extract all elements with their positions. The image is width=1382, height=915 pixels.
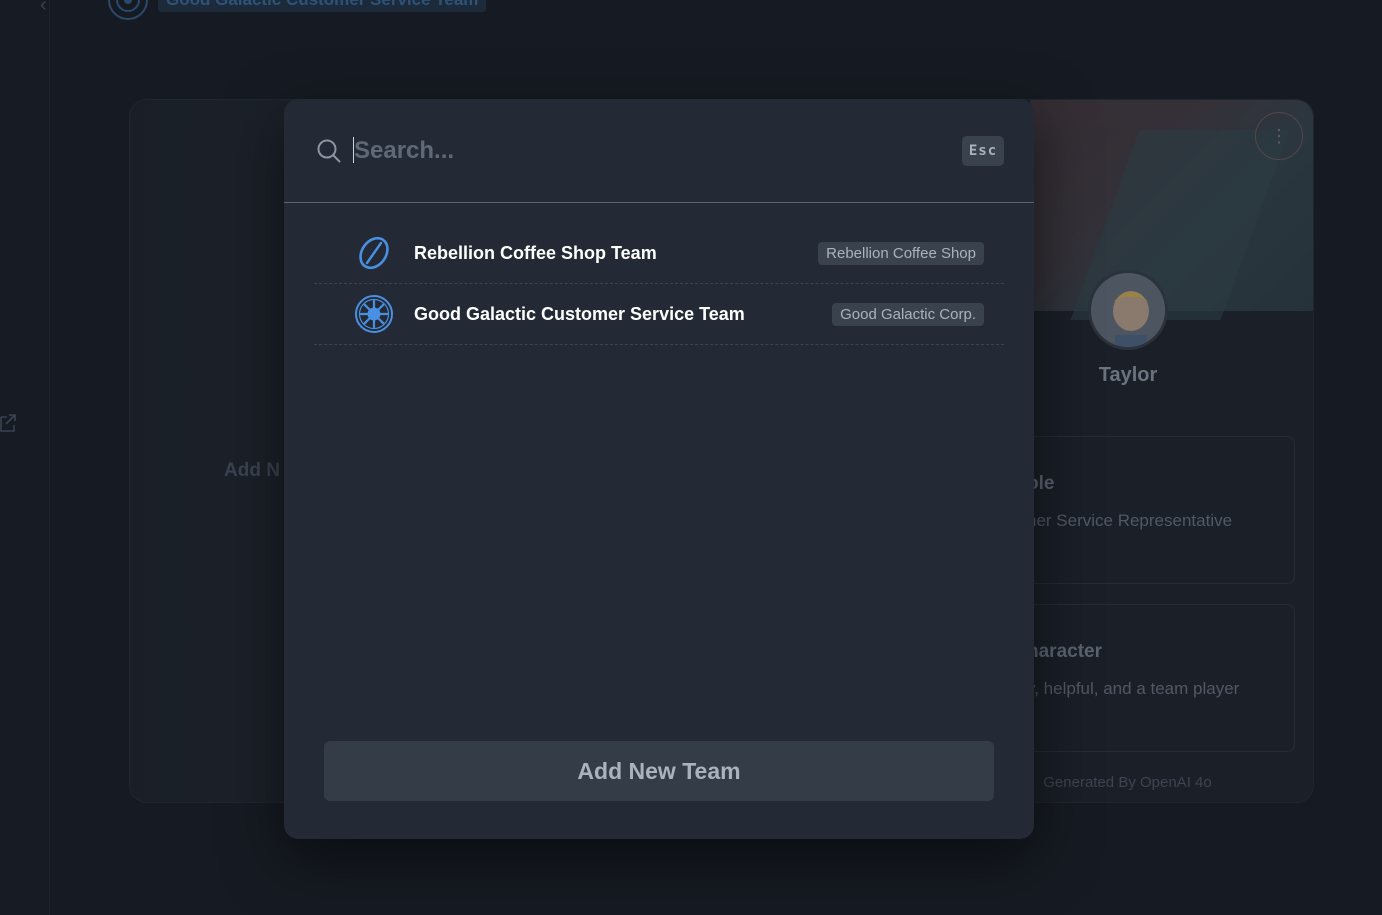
add-new-label[interactable]: Add N	[224, 460, 280, 482]
character-text: y, helpful, and a team player	[1027, 679, 1240, 698]
result-item-rebellion-coffee[interactable]: Rebellion Coffee Shop Team Rebellion Cof…	[314, 223, 1004, 284]
kebab-menu-icon: ⋮	[1270, 125, 1288, 146]
chevron-left-icon[interactable]: ‹	[40, 0, 47, 17]
organization-tag: Rebellion Coffee Shop	[818, 241, 984, 265]
add-member-column: Add N	[130, 100, 300, 802]
team-switcher-modal: Esc Rebellion Coffee Shop Team Rebellion…	[284, 99, 1034, 839]
breadcrumb-team-label[interactable]: Good Galactic Customer Service Team	[158, 0, 487, 12]
search-bar: Esc	[284, 99, 1034, 203]
results-list: Rebellion Coffee Shop Team Rebellion Cof…	[314, 223, 1004, 345]
profile-avatar	[1088, 270, 1168, 350]
role-text: ner Service Representative	[1027, 511, 1233, 530]
galactic-emblem-icon	[116, 0, 140, 12]
avatar-illustration	[1091, 273, 1165, 347]
result-item-good-galactic[interactable]: Good Galactic Customer Service Team Good…	[314, 284, 1004, 345]
role-box: ole ner Service Representative	[1010, 436, 1295, 584]
search-icon	[317, 139, 341, 163]
esc-key-badge[interactable]: Esc	[962, 136, 1004, 166]
text-caret	[353, 137, 354, 163]
team-avatar	[108, 0, 148, 20]
external-link-icon[interactable]	[0, 414, 16, 432]
galactic-emblem-icon	[355, 295, 393, 333]
search-input[interactable]	[354, 131, 944, 171]
add-new-team-button[interactable]: Add New Team	[324, 741, 994, 801]
generated-by-footer: Generated By OpenAI 4o	[1043, 774, 1212, 791]
character-title: haracter	[1027, 641, 1102, 662]
breadcrumb: Good Galactic Customer Service Team	[108, 0, 487, 20]
result-title: Rebellion Coffee Shop Team	[414, 242, 657, 263]
result-title: Good Galactic Customer Service Team	[414, 303, 745, 324]
left-rail: ‹	[0, 0, 50, 915]
profile-name: Taylor	[1098, 364, 1158, 386]
coffee-bean-icon	[359, 236, 389, 270]
character-box: haracter y, helpful, and a team player	[1010, 604, 1295, 752]
more-options-button[interactable]: ⋮	[1255, 112, 1303, 160]
organization-tag: Good Galactic Corp.	[832, 302, 984, 326]
